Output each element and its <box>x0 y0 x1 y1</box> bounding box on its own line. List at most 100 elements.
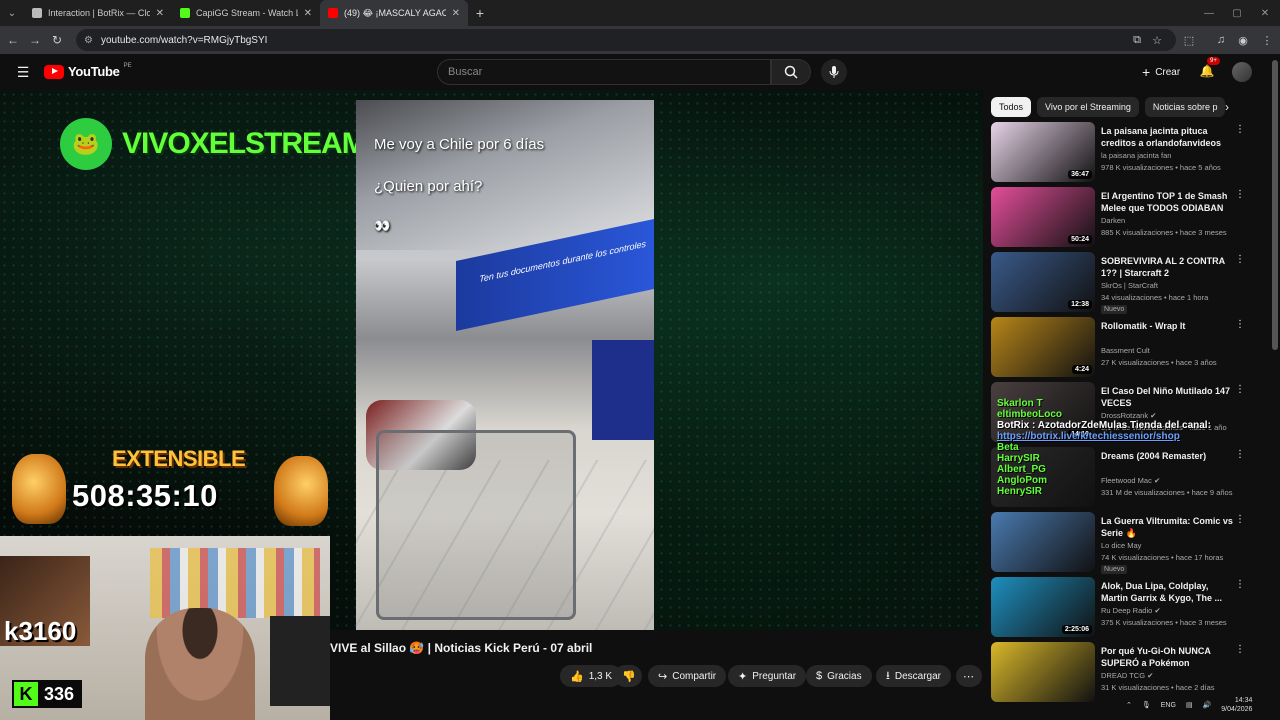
recommendation-item[interactable]: 50:24 El Argentino TOP 1 de Smash Melee q… <box>991 187 1253 252</box>
video-thumbnail[interactable] <box>991 642 1095 702</box>
language-indicator[interactable]: ENG <box>1161 702 1176 709</box>
video-duration: 36:47 <box>1068 170 1092 179</box>
network-icon[interactable]: ▤ <box>1186 701 1193 709</box>
more-vertical-icon[interactable]: ⋮ <box>1235 644 1245 655</box>
recommendation-channel[interactable]: DREAD TCG ✔ <box>1101 671 1153 680</box>
site-info-icon[interactable]: ⚙ <box>84 35 93 46</box>
new-tab-button[interactable]: + <box>468 0 492 26</box>
recommendation-item[interactable]: 2:25:06 Alok, Dua Lipa, Coldplay, Martin … <box>991 577 1253 642</box>
recommendation-title[interactable]: El Argentino TOP 1 de Smash Melee que TO… <box>1101 190 1233 214</box>
window-close-icon[interactable]: ✕ <box>1250 0 1280 26</box>
profile-icon[interactable]: ◉ <box>1234 31 1252 49</box>
browser-tab-1[interactable]: Interaction | BotRix — Cloud St ✕ <box>24 0 172 26</box>
recommendation-channel[interactable]: Bassment Cult <box>1101 346 1150 355</box>
close-icon[interactable]: ✕ <box>452 8 460 19</box>
share-button[interactable]: ↪ Compartir <box>648 665 727 687</box>
account-avatar[interactable] <box>1232 62 1252 82</box>
minimize-icon[interactable]: — <box>1194 0 1224 26</box>
address-bar[interactable]: ⚙ youtube.com/watch?v=RMGjyTbgSYI <box>76 29 1176 51</box>
browser-tab-strip: ⌄ Interaction | BotRix — Cloud St ✕ Capi… <box>0 0 1280 26</box>
thumbs-down-icon: 👎 <box>622 670 636 683</box>
ask-label: Preguntar <box>752 670 797 682</box>
browser-menu-icon[interactable]: ⋮ <box>1258 31 1276 49</box>
webcam-streamer <box>145 608 255 720</box>
notification-count-badge: 9+ <box>1207 57 1220 65</box>
youtube-logo[interactable]: YouTube PE <box>44 63 132 79</box>
clock-time: 14:34 <box>1234 697 1253 704</box>
more-vertical-icon[interactable]: ⋮ <box>1235 579 1245 590</box>
recommendation-item[interactable]: 12:38 SOBREVIVIRA AL 2 CONTRA 1?? | Starc… <box>991 252 1253 317</box>
chat-message: HenrySIR <box>997 486 1043 497</box>
hamburger-menu-icon[interactable]: ☰ <box>14 63 32 81</box>
close-icon[interactable]: ✕ <box>304 8 312 19</box>
dislike-button[interactable]: 👎 <box>614 665 642 687</box>
browser-tab-2[interactable]: CapiGG Stream - Watch Live on ✕ <box>172 0 320 26</box>
more-vertical-icon[interactable]: ⋮ <box>1235 254 1245 265</box>
close-icon[interactable]: ✕ <box>156 8 164 19</box>
recommendation-title[interactable]: Por qué Yu-Gi-Oh NUNCA SUPERÓ a Pokémon <box>1101 645 1233 669</box>
chat-message: AngloPom <box>997 475 1047 486</box>
video-thumbnail[interactable]: 36:47 <box>991 122 1095 182</box>
thanks-button[interactable]: $ Gracias <box>806 665 872 687</box>
recommendation-channel[interactable]: SkrOs | StarCraft <box>1101 281 1158 290</box>
volume-icon[interactable]: 🔊 <box>1203 701 1212 709</box>
recommendation-channel[interactable]: la paisana jacinta fan <box>1101 151 1171 160</box>
more-vertical-icon[interactable]: ⋮ <box>1235 514 1245 525</box>
video-thumbnail[interactable]: 12:38 <box>991 252 1095 312</box>
recommendation-title[interactable]: La paisana jacinta pitucа creditos a orl… <box>1101 125 1233 149</box>
video-thumbnail[interactable] <box>991 512 1095 572</box>
forward-icon[interactable]: → <box>24 29 46 51</box>
tab-title: (49) 😂 ¡MASCALY AGACHI <box>344 7 446 18</box>
like-button[interactable]: 👍 1,3 K <box>560 665 623 687</box>
ask-button[interactable]: ✦ Preguntar <box>728 665 807 687</box>
embedded-vertical-video: Ten tus documentos durante los controles… <box>356 100 654 630</box>
video-thumbnail[interactable]: 4:24 <box>991 317 1095 377</box>
page-scrollbar[interactable] <box>1272 60 1278 350</box>
chevron-right-icon[interactable]: › <box>1219 99 1235 115</box>
recommendation-title[interactable]: La Guerra Viltrumita: Comic vs Serie 🔥 <box>1101 515 1233 539</box>
recommendation-title[interactable]: Rollomatik - Wrap It <box>1101 320 1233 332</box>
media-control-icon[interactable]: ♫ <box>1212 31 1230 49</box>
browser-tab-3[interactable]: (49) 😂 ¡MASCALY AGACHI ✕ <box>320 0 468 26</box>
more-vertical-icon[interactable]: ⋮ <box>1235 189 1245 200</box>
chevron-up-icon[interactable]: ⌃ <box>1126 701 1132 709</box>
recommendation-channel[interactable]: Ru Deep Radio ✔ <box>1101 606 1161 615</box>
recommendation-item[interactable]: La Guerra Viltrumita: Comic vs Serie 🔥 Lo… <box>991 512 1253 577</box>
download-button[interactable]: ⭳ Descargar <box>876 665 951 687</box>
back-icon[interactable]: ← <box>2 29 24 51</box>
video-duration: 4:24 <box>1071 365 1092 374</box>
system-clock[interactable]: 14:34 9/04/2026 <box>1221 696 1252 714</box>
search-input[interactable]: Buscar <box>437 59 771 85</box>
voice-search-button[interactable] <box>821 59 847 85</box>
video-thumbnail[interactable]: 2:25:06 <box>991 577 1095 637</box>
search-button[interactable] <box>771 59 811 85</box>
create-button[interactable]: + Crear <box>1134 61 1188 83</box>
cast-icon[interactable]: ⧉ <box>1128 31 1146 49</box>
more-vertical-icon[interactable]: ⋮ <box>1235 384 1245 395</box>
tab-search-icon[interactable]: ⌄ <box>0 0 24 26</box>
tab-favicon <box>180 8 190 18</box>
microphone-tray-icon[interactable]: 🎙 <box>1142 701 1151 709</box>
recommendation-item[interactable]: 4:24 Rollomatik - Wrap It Bassment Cult 27 … <box>991 317 1253 382</box>
clock-date: 9/04/2026 <box>1221 706 1253 713</box>
recommendation-title[interactable]: SOBREVIVIRA AL 2 CONTRA 1?? | Starcraft … <box>1101 255 1233 279</box>
chip-todos[interactable]: Todos <box>991 97 1032 117</box>
more-actions-button[interactable]: ⋯ <box>956 665 982 687</box>
download-label: Descargar <box>894 670 941 682</box>
recommendation-channel[interactable]: Lo dice May <box>1101 541 1141 550</box>
new-badge: Nuevo <box>1101 305 1128 314</box>
more-vertical-icon[interactable]: ⋮ <box>1235 319 1245 330</box>
recommendation-channel[interactable]: Darken <box>1101 216 1125 225</box>
video-thumbnail[interactable]: 50:24 <box>991 187 1095 247</box>
more-vertical-icon[interactable]: ⋮ <box>1235 124 1245 135</box>
recommendation-item[interactable]: 36:47 La paisana jacinta pitucа creditos … <box>991 122 1253 187</box>
video-duration: 2:25:06 <box>1061 625 1092 634</box>
chip-vivo-por-el-streaming[interactable]: Vivo por el Streaming <box>1037 97 1139 117</box>
maximize-icon[interactable]: ▢ <box>1222 0 1252 26</box>
recommendation-title[interactable]: Alok, Dua Lipa, Coldplay, Martin Garrix … <box>1101 580 1233 604</box>
bookmark-star-icon[interactable]: ☆ <box>1148 31 1166 49</box>
reload-icon[interactable]: ↻ <box>46 29 68 51</box>
video-caption-1: Me voy a Chile por 6 días <box>374 136 545 153</box>
chip-noticias[interactable]: Noticias sobre p <box>1144 97 1226 117</box>
extensions-icon[interactable]: ⬚ <box>1180 31 1198 49</box>
